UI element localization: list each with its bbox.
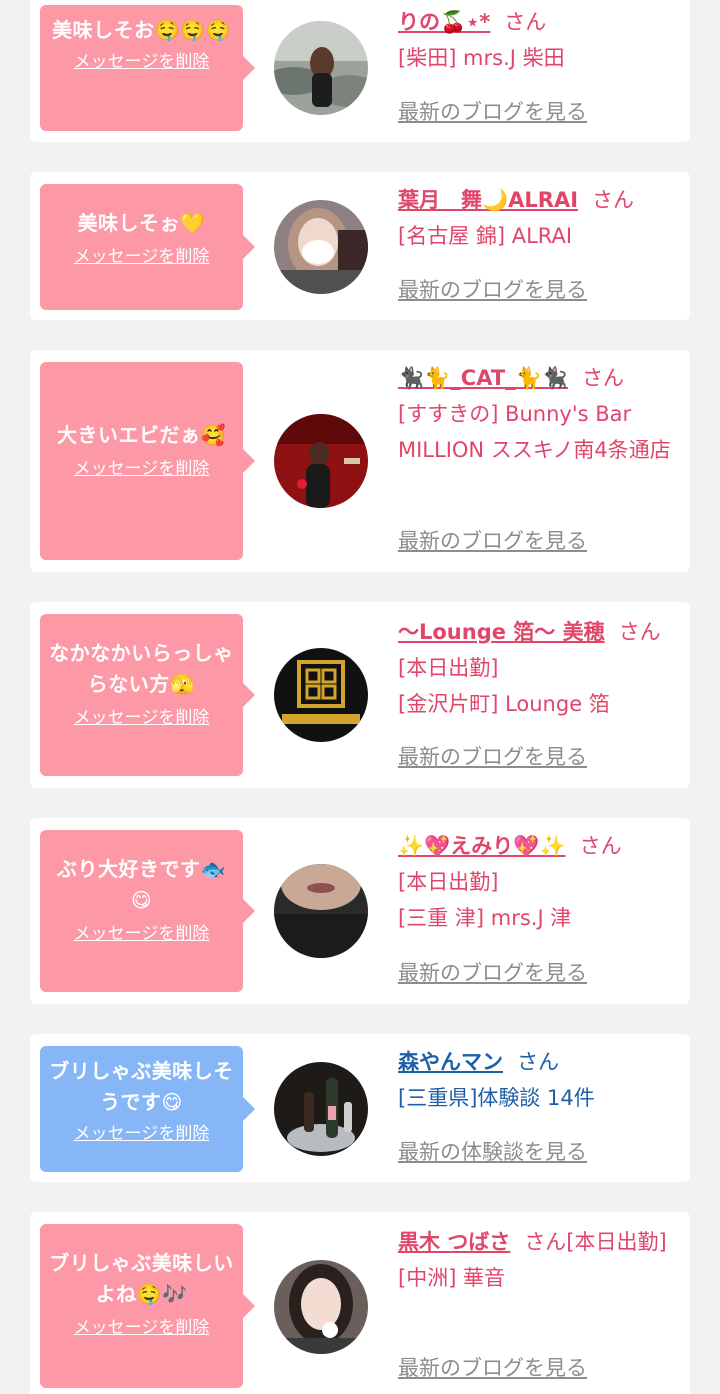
woman-with-mask-photo-icon <box>274 200 368 294</box>
message-card: なかなかいらっしゃらない方🫣 メッセージを削除 〜Lounge 箔〜 美穂 さん[… <box>30 602 690 788</box>
message-bubble: ブリしゃぶ美味しいよね🤤🎶 メッセージを削除 <box>40 1224 255 1388</box>
sender-shop: [名古屋 錦] ALRAI <box>398 224 573 248</box>
message-bubble: 美味しそお🤤🤤🤤 メッセージを削除 <box>40 5 255 131</box>
sender-review-count: [三重県]体験談 14件 <box>398 1086 595 1110</box>
delete-message-link[interactable]: メッセージを削除 <box>48 50 235 74</box>
message-text: 美味しそお🤤🤤🤤 <box>52 18 231 42</box>
message-text: ブリしゃぶ美味しいよね🤤🎶 <box>49 1251 234 1306</box>
latest-blog-link[interactable]: 最新のブログを見る <box>398 97 587 127</box>
delete-message-link[interactable]: メッセージを削除 <box>48 922 235 946</box>
champagne-bottle-photo-icon <box>274 1062 368 1156</box>
latest-blog-link[interactable]: 最新のブログを見る <box>398 526 587 556</box>
sender-shop: [柴田] mrs.J 柴田 <box>398 46 565 70</box>
delete-message-link[interactable]: メッセージを削除 <box>48 1316 235 1340</box>
sender-shop: [中洲] 華音 <box>398 1266 506 1290</box>
sender-info: 森やんマン さん [三重県]体験談 14件 <box>398 1044 678 1116</box>
delete-message-link[interactable]: メッセージを削除 <box>48 1122 235 1146</box>
sender-info: ✨💖えみり💖✨ さん [本日出勤] [三重 津] mrs.J 津 <box>398 828 678 936</box>
delete-message-link[interactable]: メッセージを削除 <box>48 457 235 481</box>
sender-status: [本日出勤] <box>398 870 499 894</box>
woman-closeup-photo-icon <box>274 864 368 958</box>
message-card: 美味しそお🤤🤤🤤 メッセージを削除 りの🍒⋆* さん [柴田] mrs.J 柴田 … <box>30 0 690 142</box>
avatar[interactable] <box>274 200 368 294</box>
message-bubble: 美味しそぉ💛 メッセージを削除 <box>40 184 255 310</box>
latest-blog-link[interactable]: 最新のブログを見る <box>398 742 587 772</box>
sender-honorific: さん <box>504 10 547 34</box>
sender-info: りの🍒⋆* さん [柴田] mrs.J 柴田 <box>398 4 678 76</box>
message-text: 大きいエビだぁ🥰 <box>57 423 226 447</box>
red-bar-photo-icon <box>274 414 368 508</box>
delete-message-link[interactable]: メッセージを削除 <box>48 245 235 269</box>
avatar[interactable] <box>274 21 368 115</box>
message-feed: 美味しそお🤤🤤🤤 メッセージを削除 りの🍒⋆* さん [柴田] mrs.J 柴田 … <box>0 0 720 1394</box>
sender-name-link[interactable]: 〜Lounge 箔〜 美穂 <box>398 620 605 644</box>
sender-name-link[interactable]: ✨💖えみり💖✨ <box>398 834 566 858</box>
message-card: ブリしゃぶ美味しいよね🤤🎶 メッセージを削除 黒木 つばさ さん[本日出勤] [中… <box>30 1212 690 1394</box>
avatar[interactable] <box>274 648 368 742</box>
latest-blog-link[interactable]: 最新のブログを見る <box>398 1353 587 1383</box>
message-card: 大きいエビだぁ🥰 メッセージを削除 🐈‍⬛🐈_CAT_🐈🐈‍⬛ さん [すすきの]… <box>30 350 690 572</box>
message-bubble: 大きいエビだぁ🥰 メッセージを削除 <box>40 362 255 560</box>
sender-shop: [金沢片町] Lounge 箔 <box>398 692 610 716</box>
sender-honorific: さん <box>579 834 622 858</box>
woman-by-river-photo-icon <box>274 21 368 115</box>
message-bubble: ブリしゃぶ美味しそうです😋 メッセージを削除 <box>40 1046 255 1172</box>
sender-info: 〜Lounge 箔〜 美穂 さん[本日出勤] [金沢片町] Lounge 箔 <box>398 614 678 722</box>
sender-shop: [三重 津] mrs.J 津 <box>398 906 572 930</box>
sender-honorific: さん <box>581 366 624 390</box>
sender-info: 葉月 舞🌙ALRAI さん [名古屋 錦] ALRAI <box>398 182 678 254</box>
message-bubble: ぶり大好きです🐟😋 メッセージを削除 <box>40 830 255 992</box>
sender-honorific: さん <box>592 188 635 212</box>
message-text: ブリしゃぶ美味しそうです😋 <box>49 1059 234 1114</box>
latest-blog-link[interactable]: 最新のブログを見る <box>398 275 587 305</box>
latest-blog-link[interactable]: 最新のブログを見る <box>398 958 587 988</box>
message-text: 美味しそぉ💛 <box>77 211 206 235</box>
sender-honorific: さん <box>517 1050 559 1074</box>
sender-name-link[interactable]: りの🍒⋆* <box>398 10 490 34</box>
sender-name-link[interactable]: 🐈‍⬛🐈_CAT_🐈🐈‍⬛ <box>398 366 568 390</box>
sender-info: 黒木 つばさ さん[本日出勤] [中洲] 華音 <box>398 1224 678 1296</box>
lounge-logo-photo-icon <box>274 648 368 742</box>
sender-name-link[interactable]: 葉月 舞🌙ALRAI <box>398 188 578 212</box>
sender-honorific: さん[本日出勤] <box>524 1230 667 1254</box>
avatar[interactable] <box>274 1062 368 1156</box>
sender-name-link[interactable]: 森やんマン <box>398 1050 503 1074</box>
delete-message-link[interactable]: メッセージを削除 <box>48 706 235 730</box>
avatar[interactable] <box>274 414 368 508</box>
message-card: ぶり大好きです🐟😋 メッセージを削除 ✨💖えみり💖✨ さん [本日出勤] [三重 … <box>30 818 690 1004</box>
message-bubble: なかなかいらっしゃらない方🫣 メッセージを削除 <box>40 614 255 776</box>
sender-name-link[interactable]: 黒木 つばさ <box>398 1230 510 1254</box>
latest-review-link[interactable]: 最新の体験談を見る <box>398 1137 587 1167</box>
avatar[interactable] <box>274 864 368 958</box>
sender-info: 🐈‍⬛🐈_CAT_🐈🐈‍⬛ さん [すすきの] Bunny's Bar MILLI… <box>398 360 678 468</box>
message-text: なかなかいらっしゃらない方🫣 <box>49 641 234 696</box>
woman-selfie-photo-icon <box>274 1260 368 1354</box>
message-card: 美味しそぉ💛 メッセージを削除 葉月 舞🌙ALRAI さん [名古屋 錦] ALR… <box>30 172 690 320</box>
message-card: ブリしゃぶ美味しそうです😋 メッセージを削除 森やんマン さん [三重県]体験談 … <box>30 1034 690 1182</box>
message-text: ぶり大好きです🐟😋 <box>57 857 226 912</box>
avatar[interactable] <box>274 1260 368 1354</box>
sender-shop: [すすきの] Bunny's Bar MILLION ススキノ南4条通店 <box>398 402 671 462</box>
